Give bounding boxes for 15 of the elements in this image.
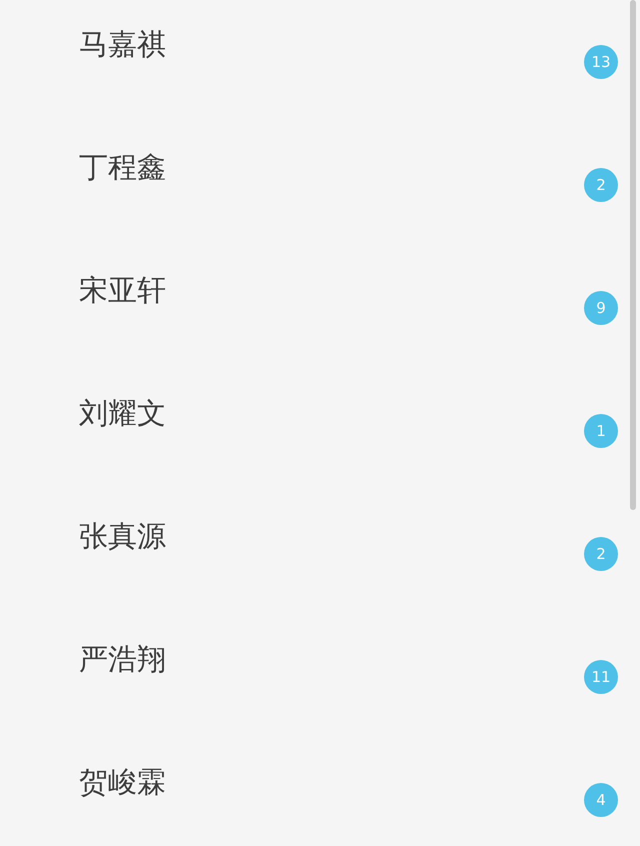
contact-name[interactable]: 丁程鑫 bbox=[79, 149, 166, 185]
count-badge: 4 bbox=[584, 783, 618, 817]
contact-name[interactable]: 张真源 bbox=[79, 518, 166, 554]
contact-name[interactable]: 贺峻霖 bbox=[79, 764, 166, 800]
contact-name[interactable]: 宋亚轩 bbox=[79, 272, 166, 308]
count-badge: 1 bbox=[584, 414, 618, 448]
contact-name[interactable]: 马嘉祺 bbox=[79, 26, 166, 62]
contact-name[interactable]: 严浩翔 bbox=[79, 641, 166, 677]
count-badge: 2 bbox=[584, 537, 618, 571]
count-badge: 9 bbox=[584, 291, 618, 325]
scrollbar[interactable] bbox=[630, 0, 636, 510]
count-badge: 11 bbox=[584, 660, 618, 694]
count-badge: 13 bbox=[584, 45, 618, 79]
contact-name[interactable]: 刘耀文 bbox=[79, 395, 166, 431]
count-badge: 2 bbox=[584, 168, 618, 202]
